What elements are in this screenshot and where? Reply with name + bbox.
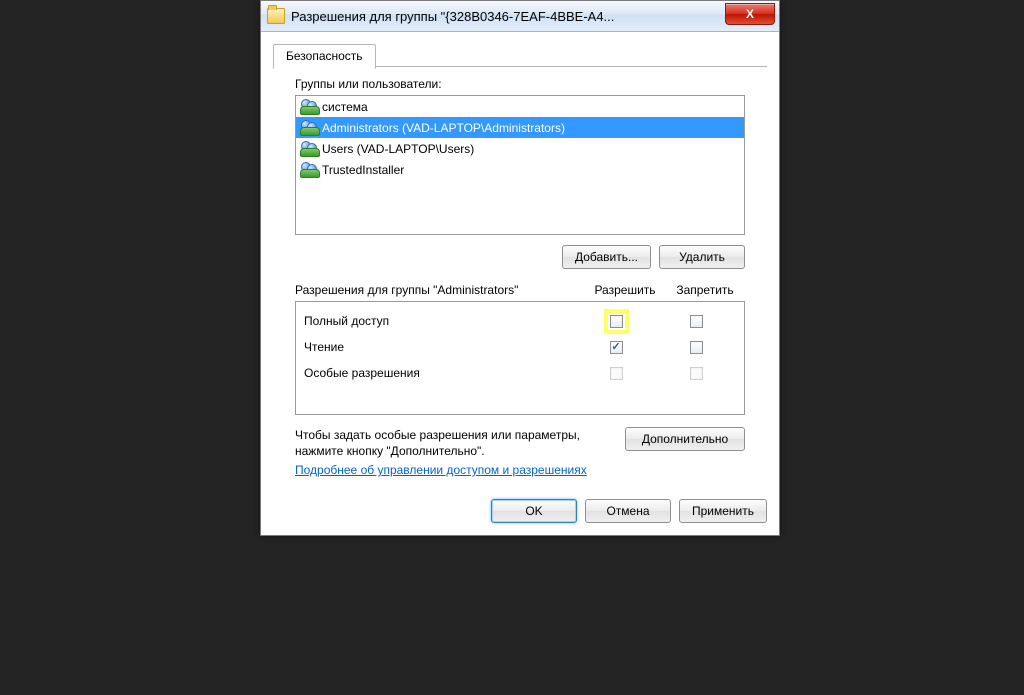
allow-checkbox[interactable] bbox=[610, 315, 623, 328]
tabstrip: Безопасность bbox=[273, 42, 767, 67]
group-buttons: Добавить... Удалить bbox=[295, 245, 745, 269]
permissions-heading: Разрешения для группы "Administrators" bbox=[295, 283, 585, 297]
advanced-text: Чтобы задать особые разрешения или парам… bbox=[295, 427, 615, 459]
folder-icon bbox=[267, 8, 285, 24]
column-allow: Разрешить bbox=[585, 283, 665, 297]
advanced-button[interactable]: Дополнительно bbox=[625, 427, 745, 451]
window-title: Разрешения для группы "{328B0346-7EAF-4B… bbox=[291, 9, 779, 24]
groups-heading: Группы или пользователи: bbox=[295, 77, 767, 91]
dialog-body: Безопасность Группы или пользователи: си… bbox=[261, 32, 779, 499]
titlebar[interactable]: Разрешения для группы "{328B0346-7EAF-4B… bbox=[261, 1, 779, 32]
permissions-dialog: Разрешения для группы "{328B0346-7EAF-4B… bbox=[260, 0, 780, 536]
group-icon bbox=[300, 141, 318, 157]
advanced-row: Чтобы задать особые разрешения или парам… bbox=[295, 427, 745, 459]
list-item[interactable]: система bbox=[296, 96, 744, 117]
cancel-button[interactable]: Отмена bbox=[585, 499, 671, 523]
perm-row: Особые разрешения bbox=[296, 360, 744, 386]
perm-row: Полный доступ bbox=[296, 308, 744, 334]
deny-checkbox[interactable] bbox=[690, 367, 703, 380]
help-link[interactable]: Подробнее об управлении доступом и разре… bbox=[295, 463, 587, 477]
perm-row: Чтение bbox=[296, 334, 744, 360]
list-item-label: Users (VAD-LAPTOP\Users) bbox=[322, 142, 474, 156]
list-item[interactable]: Users (VAD-LAPTOP\Users) bbox=[296, 138, 744, 159]
list-item-label: система bbox=[322, 100, 368, 114]
ok-button[interactable]: OK bbox=[491, 499, 577, 523]
list-item[interactable]: Administrators (VAD-LAPTOP\Administrator… bbox=[296, 117, 744, 138]
tab-security[interactable]: Безопасность bbox=[273, 44, 376, 69]
perm-name: Полный доступ bbox=[304, 314, 576, 328]
permissions-header: Разрешения для группы "Administrators" Р… bbox=[295, 283, 745, 297]
perm-name: Особые разрешения bbox=[304, 366, 576, 380]
deny-checkbox[interactable] bbox=[690, 315, 703, 328]
allow-checkbox[interactable] bbox=[610, 367, 623, 380]
add-button[interactable]: Добавить... bbox=[562, 245, 651, 269]
group-icon bbox=[300, 120, 318, 136]
remove-button[interactable]: Удалить bbox=[659, 245, 745, 269]
groups-listbox[interactable]: система Administrators (VAD-LAPTOP\Admin… bbox=[295, 95, 745, 235]
apply-button[interactable]: Применить bbox=[679, 499, 767, 523]
perm-name: Чтение bbox=[304, 340, 576, 354]
close-icon: X bbox=[746, 7, 754, 21]
list-item-label: Administrators (VAD-LAPTOP\Administrator… bbox=[322, 121, 565, 135]
group-icon bbox=[300, 162, 318, 178]
list-item-label: TrustedInstaller bbox=[322, 163, 404, 177]
list-item[interactable]: TrustedInstaller bbox=[296, 159, 744, 180]
deny-checkbox[interactable] bbox=[690, 341, 703, 354]
column-deny: Запретить bbox=[665, 283, 745, 297]
dialog-buttons: OK Отмена Применить bbox=[261, 499, 779, 535]
permissions-box: Полный доступ Чтение Особые разрешения bbox=[295, 301, 745, 415]
allow-checkbox[interactable] bbox=[610, 341, 623, 354]
close-button[interactable]: X bbox=[725, 3, 775, 25]
group-icon bbox=[300, 99, 318, 115]
